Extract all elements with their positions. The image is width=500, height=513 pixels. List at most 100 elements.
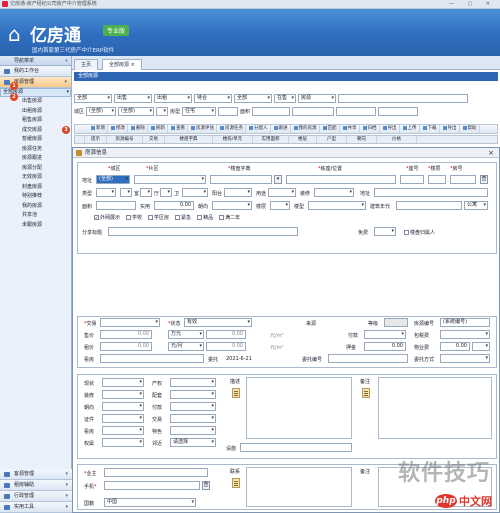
usage-select[interactable] [268,188,296,197]
unit-price-input[interactable]: 0.00 [206,330,246,339]
tab-home[interactable]: 主页 [74,59,99,70]
room-input[interactable] [450,175,476,184]
year-input[interactable] [396,201,462,210]
baths-select[interactable] [160,188,172,197]
flag-option[interactable]: 学校 [126,214,142,221]
note-textarea[interactable] [378,377,492,439]
nav-group-bottom[interactable]: 行政管理 ▾ [0,491,72,502]
nav-group-bottom[interactable]: 租房辅助 ▾ [0,480,72,491]
trade-select[interactable] [100,318,160,327]
contact-template-icon[interactable] [232,478,240,488]
price-max-input[interactable] [378,107,419,116]
window-controls[interactable]: — ▢ ✕ [449,0,496,9]
toolbar-button[interactable]: 跟进 [272,125,291,133]
flag-option[interactable]: 外网展示 [94,214,120,221]
fee-input[interactable]: 0.00 [440,342,470,351]
toolbar-button[interactable]: 下载 [421,125,440,133]
column-header[interactable]: 实用面积 [253,136,289,143]
column-header[interactable]: 朝向 [347,136,377,143]
deposit-input[interactable]: 0.00 [364,342,406,351]
district-select[interactable]: (全部) [86,107,117,116]
rooms-select[interactable] [120,188,132,197]
sidebar-item[interactable]: 封盘房源 [0,183,71,193]
sidebar-item[interactable]: 成交房源 [0,126,71,136]
column-header[interactable]: 户型 [317,136,347,143]
filter-select[interactable]: 出租 [154,94,192,103]
visit-input[interactable] [100,354,204,363]
toolbar-button[interactable]: 导出 [441,125,460,133]
extra-left-select[interactable] [102,438,144,447]
address-input[interactable] [374,188,488,197]
flag-option[interactable]: 满二年 [219,214,240,221]
building-input[interactable] [286,175,396,184]
toolbar-button[interactable]: 新增 [89,125,108,133]
phone-input[interactable] [104,481,200,490]
extra-left-select[interactable] [102,402,144,411]
rent-unit-select[interactable]: 元/月 [168,342,204,351]
equip-input[interactable] [240,443,352,452]
toolbar-button[interactable]: 刷新 [149,125,168,133]
toolbar-button[interactable]: 删除 [129,125,148,133]
extra-select[interactable] [156,107,169,116]
type-select[interactable] [96,188,116,197]
entrust-code-input[interactable] [328,354,408,363]
filter-select[interactable]: 在售 [274,94,296,103]
area-min-input[interactable] [218,107,239,116]
toolbar-button[interactable]: 上传 [401,125,420,133]
sidebar-item[interactable]: 未跟房源 [0,221,71,231]
close-icon[interactable]: × [488,148,494,158]
rent-input[interactable]: 0.00 [100,342,152,351]
flag-option[interactable]: 紧急 [175,214,191,221]
sidebar-item[interactable]: 租售房源 [0,116,71,126]
filter-select[interactable]: 全部 [234,94,272,103]
toolbar-button[interactable]: 帮助 [461,125,480,133]
note-template-icon[interactable] [362,388,370,398]
toolbar-button[interactable]: 匹配 [321,125,340,133]
close-icon[interactable]: × [131,62,135,68]
tax-select[interactable] [440,330,490,339]
level-input[interactable] [384,318,408,327]
flag-checkbox[interactable] [148,215,154,220]
nav-group-bottom[interactable]: 客源管理 ▾ [0,469,72,480]
state-select[interactable]: 有效 [184,318,252,327]
flag-option[interactable]: 精品 [197,214,213,221]
structure-select[interactable] [308,201,366,210]
filter-select[interactable]: 房源 [298,94,336,103]
flag-checkbox[interactable] [219,215,225,220]
toolbar-button[interactable]: 查看 [169,125,188,133]
code-input[interactable]: (系统编号) [440,318,490,327]
toolbar-button[interactable]: 共享 [341,125,360,133]
extra-mid-select[interactable] [170,426,216,435]
flag-checkbox[interactable] [94,215,99,220]
price-min-input[interactable] [336,107,377,116]
column-header[interactable]: 楼层 [289,136,317,143]
floors-select[interactable] [270,201,290,210]
sidebar-item[interactable]: 无效房源 [0,173,71,183]
area-select[interactable]: (全部) [118,107,155,116]
collapse-icon[interactable]: « [65,56,68,66]
city-select[interactable]: (全部) [96,175,130,184]
column-header[interactable]: 房源编号 [107,136,143,143]
extra-mid-select[interactable] [170,402,216,411]
sidebar-item[interactable]: 房源分配 [0,164,71,174]
phone-lookup-button[interactable]: 查 [202,481,210,490]
halls-select[interactable] [140,188,152,197]
owner-input[interactable] [104,468,208,477]
desc-textarea[interactable] [246,377,352,439]
building-type-select[interactable]: 公寓 [464,201,488,210]
zone-select[interactable] [134,175,206,184]
extra-mid-select[interactable] [170,390,216,399]
filter-select[interactable]: 待合 [194,94,232,103]
column-header[interactable] [75,136,85,143]
decor-select[interactable] [314,188,354,197]
sidebar-item[interactable]: 共享池 [0,211,71,221]
nav-group-bottom[interactable]: 实用工具 ▾ [0,502,72,513]
flag-checkbox[interactable] [126,215,132,220]
column-header[interactable]: 楼栋/单元 [213,136,253,143]
extra-left-select[interactable] [102,414,144,423]
usage-select[interactable]: 住宅 [182,107,217,116]
sidebar-item[interactable]: 房源任务 [0,145,71,155]
extra-left-select[interactable] [102,390,144,399]
toolbar-button[interactable]: 导出 [381,125,400,133]
column-header[interactable]: 交易 [143,136,165,143]
